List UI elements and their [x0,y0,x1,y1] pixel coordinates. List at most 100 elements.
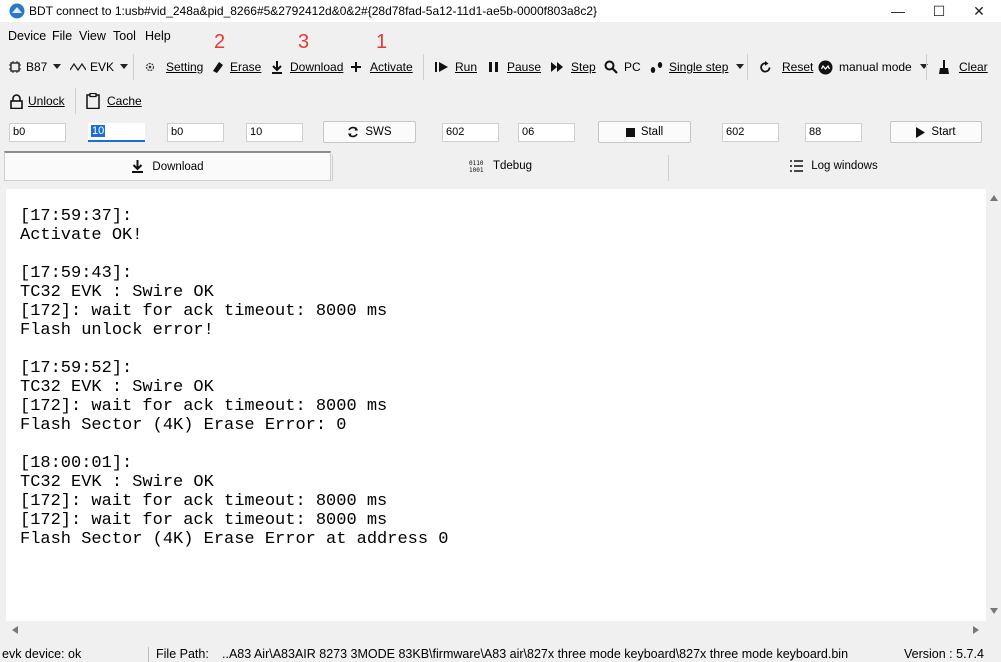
tab-log-windows-label: Log windows [811,160,878,172]
setting-label: Setting [166,60,204,74]
scroll-down-icon[interactable] [990,608,998,614]
device-status: evk device: ok [2,647,82,661]
mode-icon [818,60,833,74]
minimize-button[interactable]: — [875,0,921,22]
start-button[interactable]: Start [890,121,982,143]
mode-select[interactable]: manual mode [818,58,932,76]
sync-icon [348,126,359,138]
status-bar: evk device: ok File Path: ..A83 Air\A83A… [0,647,1001,662]
pc-button[interactable]: PC [604,58,641,76]
address-field-2[interactable]: b0 [167,123,224,142]
erase-label: Erase [230,60,262,74]
unlock-button[interactable]: Unlock [10,92,65,110]
start-label: Start [931,126,956,138]
status-divider [148,647,149,662]
value-field-2[interactable]: 10 [246,123,303,142]
wave-icon [70,62,86,72]
dropdown-arrow-icon [120,64,129,69]
activate-button[interactable]: Activate [350,58,413,76]
address-field-3[interactable]: 602 [442,123,499,142]
list-icon [790,160,804,172]
clipboard-icon [86,93,100,109]
unlock-label: Unlock [28,94,65,108]
file-path-label: File Path: [156,647,209,661]
tab-download[interactable]: Download [4,151,331,181]
title-bar: BDT connect to 1:usb#vid_248a&pid_8266#5… [0,0,1001,22]
annotation-activate: 1 [376,31,388,53]
erase-button[interactable]: Erase [210,58,261,76]
menu-view[interactable]: View [79,29,106,43]
mode-label: manual mode [839,60,912,74]
pause-label: Pause [507,60,542,74]
vertical-scrollbar[interactable] [986,189,1001,621]
dropdown-arrow-icon [736,64,745,69]
eraser-icon [213,62,223,73]
menu-bar: Device File View Tool Help [0,29,1001,47]
board-select[interactable]: EVK [70,58,132,76]
address-field-4[interactable]: 602 [722,123,779,142]
toolbar-separator [423,54,424,80]
toolbar-separator [133,54,134,80]
tab-tdebug-label: Tdebug [492,160,532,172]
close-button[interactable]: ✕ [956,0,1001,22]
chip-icon [9,61,21,73]
window-title: BDT connect to 1:usb#vid_248a&pid_8266#5… [29,4,598,18]
stall-label: Stall [640,126,664,138]
step-button[interactable]: Step [551,58,596,76]
log-text: [17:59:37]: Activate OK! [17:59:43]: TC3… [20,207,449,549]
value-field-4[interactable]: 88 [805,123,862,142]
log-output[interactable]: [17:59:37]: Activate OK! [17:59:43]: TC3… [6,189,986,621]
download-label: Download [290,60,344,74]
menu-help[interactable]: Help [145,29,171,43]
run-label: Run [455,60,478,74]
pause-icon [489,62,498,72]
menu-device[interactable]: Device [8,29,46,43]
broom-icon [939,60,949,74]
app-icon [9,3,25,19]
search-icon [604,60,618,74]
horizontal-scrollbar[interactable] [6,621,986,638]
address-field-1[interactable]: b0 [9,123,66,142]
download-button[interactable]: Download [270,58,343,76]
chip-label: B87 [26,60,48,74]
toolbar-separator [75,88,76,114]
activate-label: Activate [370,60,413,74]
run-icon [435,62,448,72]
tab-log-windows[interactable]: Log windows [669,151,999,181]
chip-select[interactable]: B87 [8,58,65,76]
toolbar-separator [926,54,927,80]
scroll-right-icon[interactable] [973,626,979,634]
binary-icon: 01101001 [469,160,484,173]
scroll-up-icon[interactable] [990,195,998,201]
toolbar-separator [747,54,748,80]
clear-button[interactable]: Clear [937,58,988,76]
file-path: ..A83 Air\A83AIR 8273 3MODE 83KB\firmwar… [222,647,849,661]
scroll-left-icon[interactable] [12,626,18,634]
dropdown-arrow-icon [53,64,62,69]
cache-label: Cache [107,94,142,108]
menu-file[interactable]: File [52,29,72,43]
sws-label: SWS [365,126,392,138]
reset-label: Reset [782,60,814,74]
menu-tool[interactable]: Tool [113,29,136,43]
plus-icon [351,62,361,72]
reset-icon [760,60,771,73]
value-field-3[interactable]: 06 [518,123,575,142]
run-button[interactable]: Run [435,58,477,76]
step-label: Step [571,60,596,74]
svg-text:0110: 0110 [469,160,484,167]
setting-button[interactable]: Setting [144,58,203,76]
length-field-1[interactable]: 10 [88,123,145,142]
pc-label: PC [624,60,641,74]
board-label: EVK [90,60,115,74]
step-icon [551,62,563,72]
stall-button[interactable]: Stall [598,121,691,143]
single-step-select[interactable]: Single step [649,58,748,76]
tab-download-label: Download [152,160,204,173]
reset-button[interactable]: Reset [759,58,813,76]
cache-button[interactable]: Cache [86,92,142,110]
svg-text:1001: 1001 [469,167,484,173]
tab-tdebug[interactable]: 0110 1001 Tdebug [333,151,668,181]
pause-button[interactable]: Pause [489,58,541,76]
sws-button[interactable]: SWS [323,121,416,143]
